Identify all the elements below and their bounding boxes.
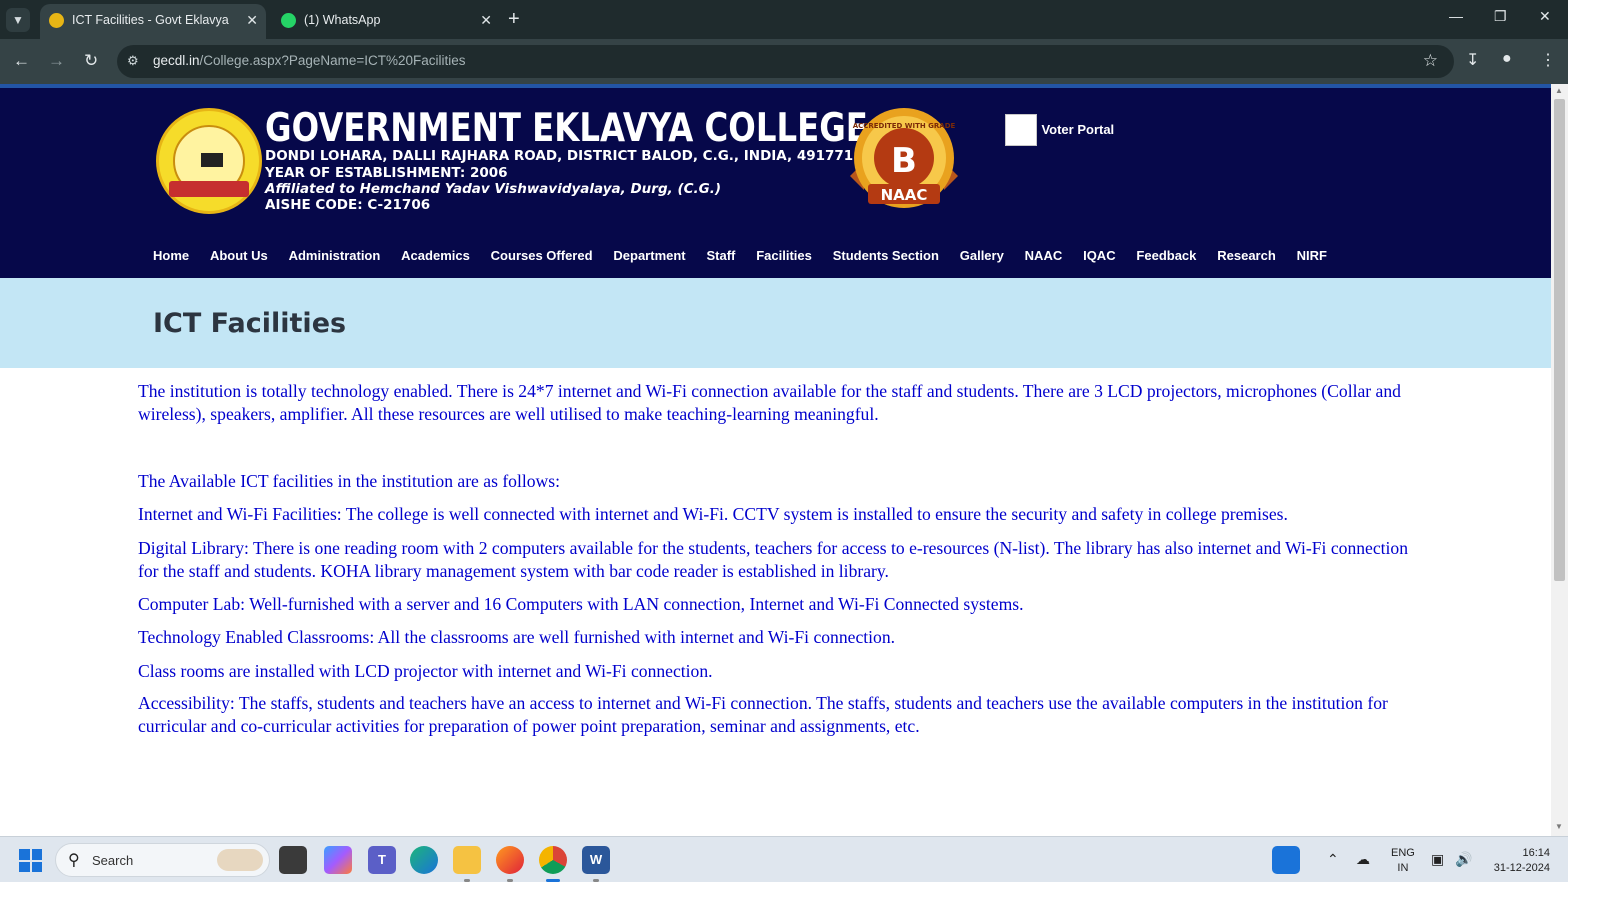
minimize-icon[interactable]: — — [1449, 8, 1463, 24]
restore-icon[interactable]: ❐ — [1494, 8, 1507, 25]
lcd-projector-paragraph: Class rooms are installed with LCD proje… — [138, 661, 713, 681]
classrooms-paragraph: Technology Enabled Classrooms: All the c… — [138, 627, 896, 647]
copilot-icon[interactable] — [324, 846, 352, 874]
chrome-icon[interactable] — [539, 846, 567, 882]
region-code: IN — [1397, 862, 1409, 874]
tab-ict-facilities[interactable]: ICT Facilities - Govt Eklavya College ✕ — [40, 4, 266, 39]
teams-icon[interactable]: T — [368, 846, 396, 874]
nav-administration[interactable]: Administration — [289, 248, 381, 263]
browser-toolbar: ← → ↻ ⚙ gecdl.in/College.aspx?PageName=I… — [0, 39, 1568, 84]
computer-lab-paragraph: Computer Lab: Well-furnished with a serv… — [138, 594, 1024, 614]
intro-paragraph: The institution is totally technology en… — [138, 381, 1401, 424]
task-view-icon[interactable] — [279, 846, 307, 874]
tab-search-icon[interactable]: ▼ — [6, 8, 30, 32]
college-address: DONDI LOHARA, DALLI RAJHARA ROAD, DISTRI… — [265, 148, 854, 164]
graduation-cap-icon — [201, 153, 223, 167]
clock-time: 16:14 — [1522, 847, 1550, 859]
file-explorer-icon[interactable] — [453, 846, 481, 882]
browser-tab-strip: ▼ ICT Facilities - Govt Eklavya College … — [0, 0, 1568, 39]
language-indicator[interactable]: ENG IN — [1391, 846, 1415, 876]
language-code: ENG — [1391, 847, 1415, 859]
scroll-down-icon[interactable]: ▼ — [1555, 822, 1563, 831]
affiliation: Affiliated to Hemchand Yadav Vishwavidya… — [265, 181, 722, 197]
voter-portal-link[interactable]: Voter Portal — [1005, 114, 1114, 146]
reload-icon[interactable]: ↻ — [84, 50, 98, 72]
nav-naac[interactable]: NAAC — [1025, 248, 1063, 263]
system-clock[interactable]: 16:14 31-12-2024 — [1486, 846, 1550, 876]
vertical-scrollbar[interactable]: ▲ ▼ — [1551, 84, 1568, 836]
college-logo[interactable] — [156, 108, 262, 214]
windows-start-icon[interactable] — [19, 849, 42, 872]
clock-date: 31-12-2024 — [1493, 862, 1550, 874]
onedrive-sync-icon[interactable]: ☁ — [1356, 851, 1370, 868]
search-icon: ⚲ — [68, 852, 80, 869]
nav-home[interactable]: Home — [153, 248, 189, 263]
establishment-year: YEAR OF ESTABLISHMENT: 2006 — [265, 165, 508, 181]
aishe-code: AISHE CODE: C-21706 — [265, 197, 431, 213]
tab-title: (1) WhatsApp — [304, 13, 381, 27]
taskbar-search[interactable]: ⚲ Search — [55, 843, 270, 877]
logo-banner — [169, 181, 249, 197]
main-navigation: Home About Us Administration Academics C… — [153, 247, 1343, 265]
nav-gallery[interactable]: Gallery — [960, 248, 1004, 263]
tab-title: ICT Facilities - Govt Eklavya College — [72, 13, 232, 27]
naac-badge: ACCREDITED WITH GRADE B NAAC — [850, 108, 958, 208]
nav-students-section[interactable]: Students Section — [833, 248, 939, 263]
volume-icon[interactable]: 🔊 — [1455, 851, 1472, 868]
window-close-icon[interactable]: ✕ — [1539, 8, 1551, 25]
search-placeholder: Search — [92, 853, 134, 868]
whatsapp-icon — [281, 13, 296, 28]
windows-taskbar: ⚲ Search T W ⌃ ☁ ENG IN ▣ 🔊 16:14 31-12-… — [0, 836, 1568, 882]
scrollbar-thumb[interactable] — [1554, 99, 1565, 581]
widgets-icon[interactable] — [1272, 846, 1300, 874]
address-bar[interactable]: ⚙ gecdl.in/College.aspx?PageName=ICT%20F… — [117, 45, 1454, 78]
close-tab-icon[interactable]: ✕ — [480, 4, 492, 36]
word-icon[interactable]: W — [582, 846, 610, 882]
nav-staff[interactable]: Staff — [706, 248, 735, 263]
scroll-up-icon[interactable]: ▲ — [1555, 86, 1563, 95]
accessibility-paragraph: Accessibility: The staffs, students and … — [138, 693, 1388, 736]
bookmark-star-icon[interactable]: ☆ — [1423, 51, 1438, 71]
profile-icon[interactable]: ● — [1502, 50, 1512, 68]
tab-whatsapp[interactable]: (1) WhatsApp ✕ — [272, 4, 500, 39]
site-info-icon[interactable]: ⚙ — [127, 53, 139, 69]
facilities-intro: The Available ICT facilities in the inst… — [138, 471, 560, 491]
nav-department[interactable]: Department — [613, 248, 685, 263]
college-favicon-icon — [49, 13, 64, 28]
nav-courses-offered[interactable]: Courses Offered — [491, 248, 593, 263]
digital-library-paragraph: Digital Library: There is one reading ro… — [138, 538, 1409, 581]
show-hidden-icons-icon[interactable]: ⌃ — [1327, 851, 1339, 868]
voter-portal-image[interactable] — [1005, 114, 1037, 146]
nav-academics[interactable]: Academics — [401, 248, 470, 263]
new-tab-button[interactable]: + — [508, 8, 520, 30]
page-title: ICT Facilities — [153, 308, 347, 339]
close-tab-icon[interactable]: ✕ — [246, 4, 258, 36]
page-viewport: GOVERNMENT EKLAVYA COLLEGE DONDI LOHARA,… — [0, 84, 1551, 836]
naac-grade: B — [891, 141, 917, 181]
forward-arrow-icon[interactable]: → — [48, 50, 65, 72]
nav-feedback[interactable]: Feedback — [1136, 248, 1196, 263]
network-icon[interactable]: ▣ — [1431, 851, 1444, 868]
nav-facilities[interactable]: Facilities — [756, 248, 812, 263]
naac-ring-text: ACCREDITED WITH GRADE — [853, 122, 956, 130]
nav-about-us[interactable]: About Us — [210, 248, 268, 263]
url-text[interactable]: gecdl.in/College.aspx?PageName=ICT%20Fac… — [153, 53, 466, 68]
nav-iqac[interactable]: IQAC — [1083, 248, 1116, 263]
internet-wifi-paragraph: Internet and Wi-Fi Facilities: The colle… — [138, 504, 1288, 524]
voter-portal-label[interactable]: Voter Portal — [1041, 122, 1114, 137]
back-arrow-icon[interactable]: ← — [13, 50, 30, 72]
edge-icon[interactable] — [410, 846, 438, 874]
college-name: GOVERNMENT EKLAVYA COLLEGE — [265, 106, 868, 151]
menu-kebab-icon[interactable]: ⋮ — [1540, 50, 1556, 70]
site-header: GOVERNMENT EKLAVYA COLLEGE DONDI LOHARA,… — [0, 84, 1551, 278]
nav-nirf[interactable]: NIRF — [1297, 248, 1327, 263]
nav-research[interactable]: Research — [1217, 248, 1276, 263]
search-highlight-icon — [217, 849, 263, 871]
download-icon[interactable]: ↧ — [1466, 50, 1479, 70]
firefox-icon[interactable] — [496, 846, 524, 882]
naac-label: NAAC — [881, 186, 928, 204]
